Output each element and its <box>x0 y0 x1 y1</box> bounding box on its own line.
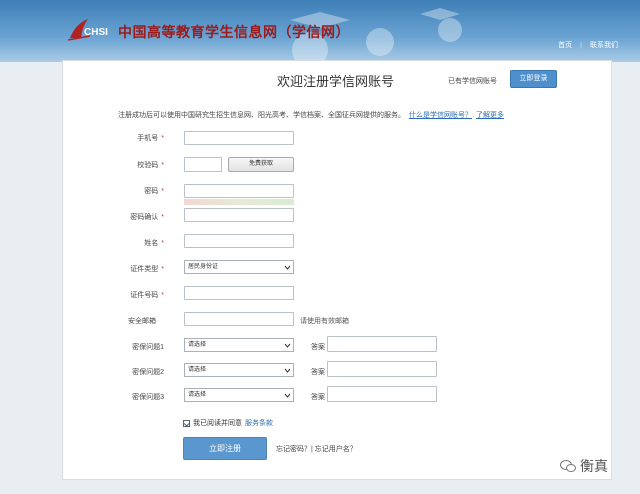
answer-1-label: 答案 <box>311 344 325 351</box>
terms-link[interactable]: 服务条款 <box>245 418 273 428</box>
id-type-value: 居民身份证 <box>188 264 219 270</box>
register-button[interactable]: 立即注册 <box>183 437 267 460</box>
answer-2-input[interactable] <box>327 361 437 377</box>
id-number-input[interactable] <box>184 286 294 300</box>
what-is-account-link[interactable]: 什么是学信网账号？ <box>409 112 472 119</box>
logo-text: CHSI <box>84 27 108 38</box>
question-1-value: 请选择 <box>188 342 207 348</box>
page-title: 欢迎注册学信网账号 <box>277 74 395 89</box>
notice-text: 注册成功后可以使用中国研究生招生信息网、阳光高考、学信档案、全国征兵网提供的服务… <box>118 112 405 119</box>
question-2-label: 密保问题2 <box>132 369 164 376</box>
name-label: 姓名 * <box>144 240 164 247</box>
phone-label: 手机号 * <box>137 135 164 142</box>
watermark: 衡真 <box>560 456 608 476</box>
answer-2-label: 答案 <box>311 369 325 376</box>
email-label: 安全邮箱 <box>128 318 156 325</box>
email-input[interactable] <box>184 312 294 326</box>
agreement-row: 我已阅读并同意 服务条款 <box>183 418 273 428</box>
chevron-down-icon <box>284 343 291 348</box>
home-link[interactable]: 首页 <box>558 40 572 50</box>
chevron-down-icon <box>284 393 291 398</box>
email-hint: 请使用有效邮箱 <box>300 318 349 325</box>
contact-link[interactable]: 联系我们 <box>590 40 618 50</box>
link-separator: | <box>580 41 582 49</box>
site-header: CHSI 中国高等教育学生信息网（学信网） 首页 | 联系我们 <box>0 0 640 62</box>
question-2-value: 请选择 <box>188 367 207 373</box>
password-confirm-label: 密码确认 * <box>130 214 164 221</box>
chevron-down-icon <box>284 265 291 270</box>
answer-3-input[interactable] <box>327 386 437 402</box>
question-2-select[interactable]: 请选择 <box>184 363 294 377</box>
register-notice: 注册成功后可以使用中国研究生招生信息网、阳光高考、学信档案、全国征兵网提供的服务… <box>118 110 504 120</box>
question-1-label: 密保问题1 <box>132 344 164 351</box>
forgot-links[interactable]: 忘记密码？| 忘记用户名？ <box>276 444 357 454</box>
question-3-value: 请选择 <box>188 392 207 398</box>
password-input[interactable] <box>184 184 294 198</box>
wechat-icon <box>560 460 576 472</box>
phone-input[interactable] <box>184 131 294 145</box>
password-confirm-input[interactable] <box>184 208 294 222</box>
id-number-label: 证件号码 * <box>130 292 164 299</box>
agree-checkbox[interactable] <box>183 419 190 427</box>
answer-1-input[interactable] <box>327 336 437 352</box>
id-type-select[interactable]: 居民身份证 <box>184 260 294 274</box>
password-label: 密码 * <box>144 188 164 195</box>
site-title: 中国高等教育学生信息网（学信网） <box>118 26 350 41</box>
name-input[interactable] <box>184 234 294 248</box>
captcha-input[interactable] <box>184 157 222 172</box>
question-3-select[interactable]: 请选择 <box>184 388 294 402</box>
chevron-down-icon <box>284 368 291 373</box>
get-code-button[interactable]: 免费获取 <box>228 157 294 172</box>
id-type-label: 证件类型 * <box>130 266 164 273</box>
watermark-text: 衡真 <box>580 460 608 475</box>
top-links: 首页 | 联系我们 <box>558 40 618 50</box>
answer-3-label: 答案 <box>311 394 325 401</box>
question-1-select[interactable]: 请选择 <box>184 338 294 352</box>
login-button[interactable]: 立即登录 <box>510 70 557 88</box>
agree-text: 我已阅读并同意 <box>193 420 242 427</box>
question-3-label: 密保问题3 <box>132 394 164 401</box>
has-account-text: 已有学信网账号 <box>448 78 497 85</box>
captcha-label: 校验码 * <box>137 162 164 169</box>
password-strength-bar <box>184 199 294 205</box>
learn-more-link[interactable]: 了解更多 <box>476 112 504 119</box>
